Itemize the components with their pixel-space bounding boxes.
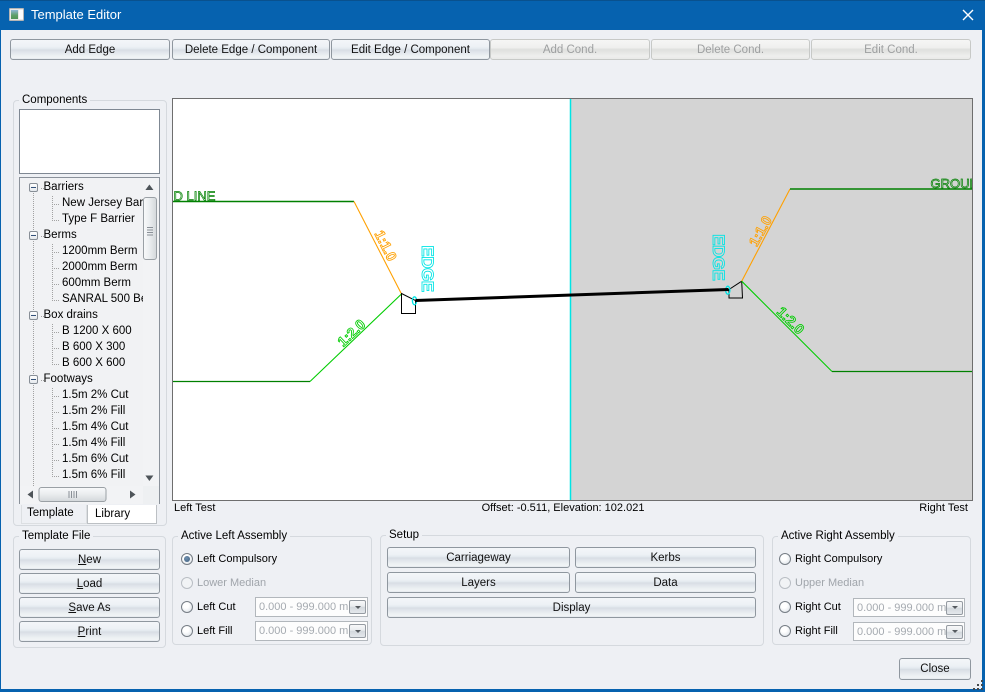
- svg-text:D LINE: D LINE: [174, 189, 216, 204]
- svg-text:1:1.0: 1:1.0: [372, 228, 401, 264]
- svg-text:GROUND LINE: GROUND LINE: [931, 176, 973, 191]
- svg-text:EDGE: EDGE: [709, 234, 728, 280]
- svg-text:EDGE: EDGE: [418, 245, 437, 291]
- svg-text:1:2.0: 1:2.0: [334, 316, 368, 350]
